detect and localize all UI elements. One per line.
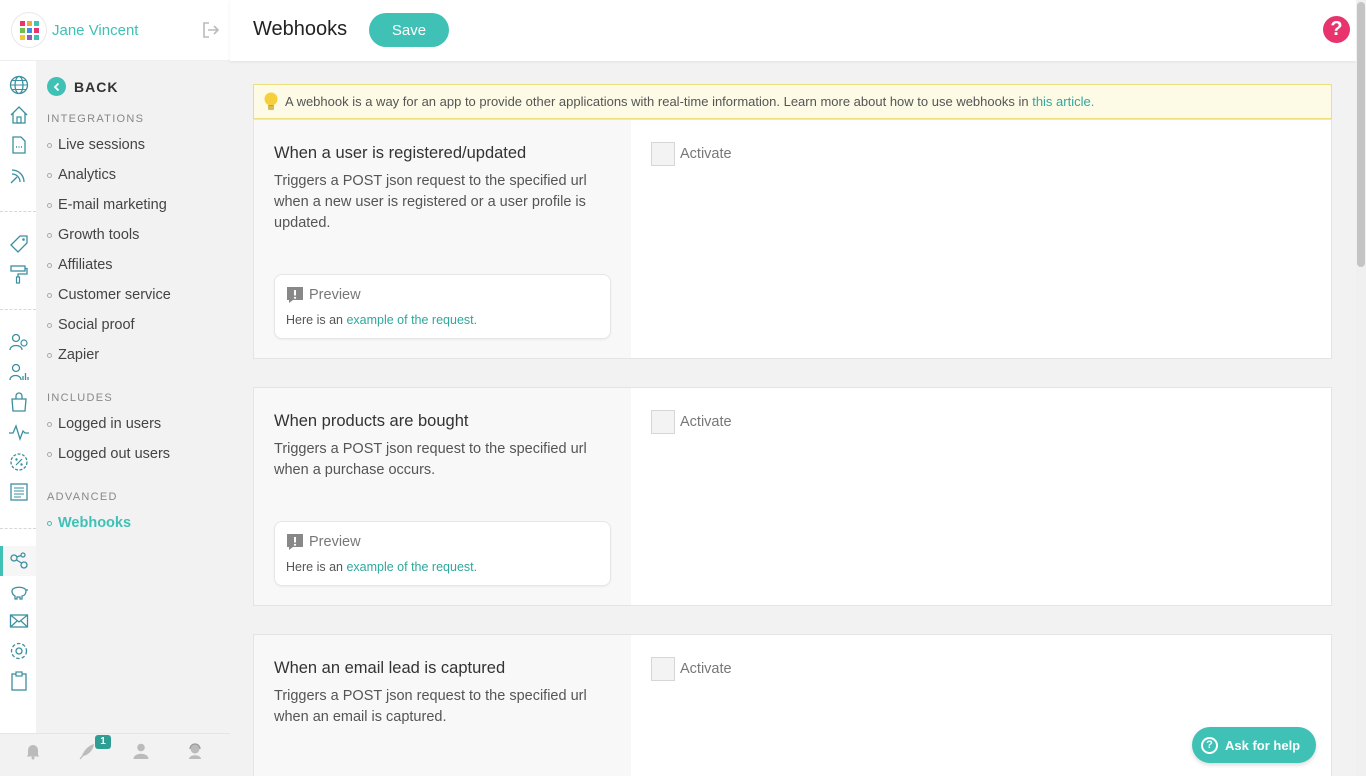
alert-comment-icon xyxy=(287,534,303,550)
chevron-left-icon xyxy=(47,77,66,96)
webhook-title: When products are bought xyxy=(274,412,469,430)
alert-comment-icon xyxy=(287,287,303,303)
webhook-title: When a user is registered/updated xyxy=(274,144,527,162)
activate-checkbox[interactable] xyxy=(651,410,675,434)
list-document-icon[interactable] xyxy=(8,481,30,503)
webhook-description: Triggers a POST json request to the spec… xyxy=(274,688,587,725)
subnav-item-webhooks[interactable]: Webhooks xyxy=(47,515,131,531)
main-content: Webhooks Save ? A webhook is a way for a… xyxy=(230,0,1356,776)
subnav-item-social-proof[interactable]: Social proof xyxy=(47,317,135,333)
piggy-bank-icon[interactable] xyxy=(8,580,30,602)
notification-badge: 1 xyxy=(95,735,111,749)
help-icon[interactable]: ? xyxy=(1323,16,1350,43)
activate-toggle[interactable]: Activate xyxy=(651,657,732,681)
user-name[interactable]: Jane Vincent xyxy=(52,22,138,39)
subnav-item-customer-service[interactable]: Customer service xyxy=(47,287,171,303)
section-title-includes: INCLUDES xyxy=(47,392,114,404)
section-title-integrations: INTEGRATIONS xyxy=(47,113,145,125)
user-header: Jane Vincent xyxy=(0,0,230,61)
activate-toggle[interactable]: Activate xyxy=(651,410,732,434)
support-agent-icon[interactable] xyxy=(186,742,204,760)
section-title-advanced: ADVANCED xyxy=(47,491,118,503)
bottom-bar: 1 xyxy=(0,733,230,776)
scrollbar[interactable] xyxy=(1356,0,1366,776)
activity-icon[interactable] xyxy=(8,421,30,443)
webhook-description: Triggers a POST json request to the spec… xyxy=(274,173,587,231)
activate-label: Activate xyxy=(680,414,732,430)
users-icon[interactable] xyxy=(8,331,30,353)
preview-box: Preview Here is an example of the reques… xyxy=(274,521,611,586)
save-button[interactable]: Save xyxy=(369,13,449,47)
discount-gear-icon[interactable] xyxy=(8,451,30,473)
user-stats-icon[interactable] xyxy=(8,361,30,383)
activate-checkbox[interactable] xyxy=(651,142,675,166)
home-icon[interactable] xyxy=(8,104,30,126)
user-icon[interactable] xyxy=(132,742,150,760)
webhook-card-products-bought: When products are bought Triggers a POST… xyxy=(253,387,1332,606)
activate-label: Activate xyxy=(680,146,732,162)
page-icon[interactable] xyxy=(8,134,30,156)
subnav-item-affiliates[interactable]: Affiliates xyxy=(47,257,113,273)
banner-text: A webhook is a way for an app to provide… xyxy=(285,94,1095,109)
paint-roller-icon[interactable] xyxy=(8,263,30,285)
webhook-card-email-lead: When an email lead is captured Triggers … xyxy=(253,634,1332,776)
share-icon[interactable] xyxy=(8,550,30,572)
subnav-item-logged-in-users[interactable]: Logged in users xyxy=(47,416,161,432)
lightbulb-icon xyxy=(264,92,278,110)
back-button[interactable]: BACK xyxy=(47,77,118,96)
info-banner: A webhook is a way for an app to provide… xyxy=(253,84,1332,119)
subnav-item-zapier[interactable]: Zapier xyxy=(47,347,99,363)
page-title: Webhooks xyxy=(253,18,348,40)
integrations-subnav: BACK INTEGRATIONS Live sessions Analytic… xyxy=(36,61,230,733)
subnav-item-analytics[interactable]: Analytics xyxy=(47,167,116,183)
tag-icon[interactable] xyxy=(8,233,30,255)
example-request-link[interactable]: example of the request xyxy=(346,560,473,574)
subnav-item-logged-out-users[interactable]: Logged out users xyxy=(47,446,170,462)
preview-label: Preview xyxy=(309,287,361,303)
feather-icon[interactable] xyxy=(78,742,96,760)
logout-icon[interactable] xyxy=(202,21,220,39)
subnav-item-email-marketing[interactable]: E-mail marketing xyxy=(47,197,167,213)
activate-checkbox[interactable] xyxy=(651,657,675,681)
ask-for-help-label: Ask for help xyxy=(1225,737,1301,753)
question-icon: ? xyxy=(1201,736,1218,754)
feed-icon[interactable] xyxy=(8,164,30,186)
mail-icon[interactable] xyxy=(8,610,30,632)
clipboard-icon[interactable] xyxy=(8,670,30,692)
webhook-description: Triggers a POST json request to the spec… xyxy=(274,441,587,478)
bell-icon[interactable] xyxy=(24,742,42,760)
scrollbar-thumb[interactable] xyxy=(1357,2,1365,267)
preview-label: Preview xyxy=(309,534,361,550)
globe-icon[interactable] xyxy=(8,74,30,96)
this-article-link[interactable]: this article xyxy=(1032,94,1091,109)
webhook-card-user-registered: When a user is registered/updated Trigge… xyxy=(253,119,1332,359)
subnav-item-live-sessions[interactable]: Live sessions xyxy=(47,137,145,153)
ask-for-help-button[interactable]: ? Ask for help xyxy=(1192,727,1316,763)
activate-toggle[interactable]: Activate xyxy=(651,142,732,166)
page-header: Webhooks Save ? xyxy=(230,0,1356,61)
settings-icon[interactable] xyxy=(8,640,30,662)
webhook-title: When an email lead is captured xyxy=(274,659,506,677)
subnav-item-growth-tools[interactable]: Growth tools xyxy=(47,227,139,243)
icon-rail xyxy=(0,61,36,733)
avatar[interactable] xyxy=(12,13,46,47)
activate-label: Activate xyxy=(680,661,732,677)
example-request-link[interactable]: example of the request xyxy=(346,313,473,327)
back-label: BACK xyxy=(74,78,119,95)
shopping-bag-icon[interactable] xyxy=(8,391,30,413)
preview-box: Preview Here is an example of the reques… xyxy=(274,274,611,339)
